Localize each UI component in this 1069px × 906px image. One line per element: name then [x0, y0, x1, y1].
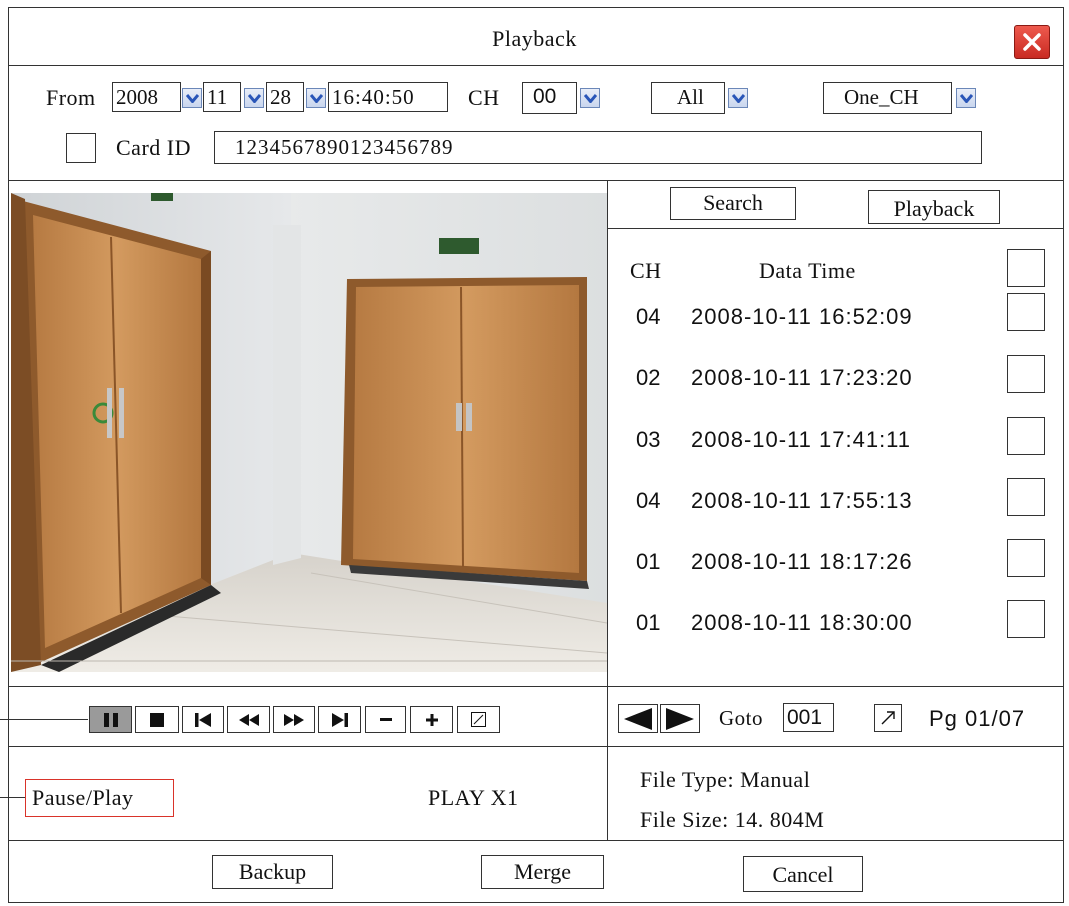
merge-button[interactable]: Merge — [481, 855, 604, 889]
file-size-info: File Size: 14. 804M — [640, 807, 825, 832]
file-row-ch: 04 — [636, 488, 661, 513]
channel-select[interactable]: 00 — [522, 82, 577, 114]
page-indicator: Pg 01/07 — [929, 706, 1026, 731]
file-row-ch: 03 — [636, 427, 661, 452]
from-label: From — [46, 85, 96, 110]
file-row-ch: 02 — [636, 365, 661, 390]
card-id-label: Card ID — [116, 135, 191, 160]
view-mode-select[interactable]: One_CH — [823, 82, 952, 114]
card-id-checkbox[interactable] — [66, 133, 96, 163]
cancel-button[interactable]: Cancel — [743, 856, 863, 892]
stop-icon — [150, 712, 164, 727]
play-speed-status: PLAY X1 — [428, 785, 519, 810]
file-row-datetime: 2008-10-11 18:17:26 — [691, 549, 913, 574]
chevron-down-icon — [185, 93, 199, 103]
file-row-ch: 01 — [636, 549, 661, 574]
video-frame-image — [11, 193, 607, 672]
arrow-right-icon — [666, 707, 694, 730]
channel-dropdown[interactable] — [580, 88, 600, 108]
file-row-datetime: 2008-10-11 17:23:20 — [691, 365, 913, 390]
day-dropdown[interactable] — [306, 88, 326, 108]
file-row-datetime: 2008-10-11 18:30:00 — [691, 610, 913, 635]
card-id-input[interactable]: 1234567890123456789 — [214, 131, 982, 164]
month-field[interactable]: 11 — [203, 82, 241, 112]
speed-up-button[interactable] — [410, 706, 453, 733]
rewind-icon — [238, 713, 259, 726]
search-button[interactable]: Search — [670, 187, 796, 220]
column-header-ch: CH — [630, 258, 662, 283]
file-row-checkbox[interactable] — [1007, 478, 1045, 516]
window-title: Playback — [492, 26, 577, 51]
arrow-left-icon — [624, 707, 652, 730]
ch-label: CH — [468, 85, 500, 110]
previous-file-button[interactable] — [182, 706, 224, 733]
page-next-button[interactable] — [660, 704, 700, 733]
day-field[interactable]: 28 — [266, 82, 304, 112]
file-row-datetime: 2008-10-11 17:55:13 — [691, 488, 913, 513]
year-field[interactable]: 2008 — [112, 82, 181, 112]
pause-play-callout: Pause/Play — [25, 779, 174, 817]
goto-label: Goto — [719, 706, 763, 730]
callout-line-top — [0, 719, 88, 720]
select-all-checkbox[interactable] — [1007, 249, 1045, 287]
goto-input[interactable]: 001 — [783, 703, 834, 732]
file-row-ch: 01 — [636, 610, 661, 635]
skip-end-icon — [331, 712, 348, 727]
chevron-down-icon — [247, 93, 261, 103]
close-icon — [1023, 33, 1041, 51]
year-dropdown[interactable] — [182, 88, 202, 108]
callout-line-bottom — [0, 797, 26, 798]
chevron-down-icon — [583, 93, 597, 103]
page-prev-button[interactable] — [618, 704, 658, 733]
chevron-down-icon — [731, 93, 745, 103]
pause-icon — [103, 712, 118, 727]
skip-start-icon — [195, 712, 211, 727]
file-type-info: File Type: Manual — [640, 767, 811, 792]
rewind-button[interactable] — [227, 706, 270, 733]
fullscreen-button[interactable] — [457, 706, 500, 733]
file-row-datetime: 2008-10-11 16:52:09 — [691, 304, 913, 329]
file-row-ch: 04 — [636, 304, 661, 329]
backup-button[interactable]: Backup — [212, 855, 333, 889]
video-preview — [11, 193, 607, 672]
playback-button[interactable]: Playback — [868, 190, 1000, 224]
slow-down-button[interactable] — [365, 706, 406, 733]
file-row-checkbox[interactable] — [1007, 600, 1045, 638]
fast-forward-button[interactable] — [273, 706, 315, 733]
plus-icon — [425, 713, 438, 726]
goto-button[interactable] — [874, 704, 902, 732]
pause-button[interactable] — [89, 706, 132, 733]
file-row-checkbox[interactable] — [1007, 539, 1045, 577]
time-field[interactable]: 16:40:50 — [328, 82, 448, 112]
minus-icon — [379, 717, 392, 721]
file-row-checkbox[interactable] — [1007, 355, 1045, 393]
view-mode-dropdown[interactable] — [956, 88, 976, 108]
chevron-down-icon — [959, 93, 973, 103]
fast-forward-icon — [284, 713, 304, 726]
close-button[interactable] — [1014, 25, 1050, 59]
record-type-select[interactable]: All — [651, 82, 725, 114]
file-row-checkbox[interactable] — [1007, 417, 1045, 455]
fullscreen-icon — [471, 712, 486, 727]
chevron-down-icon — [309, 93, 323, 103]
record-type-dropdown[interactable] — [728, 88, 748, 108]
file-row-checkbox[interactable] — [1007, 293, 1045, 331]
jump-arrow-icon — [881, 711, 895, 725]
next-file-button[interactable] — [318, 706, 361, 733]
file-row-datetime: 2008-10-11 17:41:11 — [691, 427, 912, 452]
column-header-time: Data Time — [759, 258, 856, 283]
stop-button[interactable] — [135, 706, 179, 733]
month-dropdown[interactable] — [244, 88, 264, 108]
